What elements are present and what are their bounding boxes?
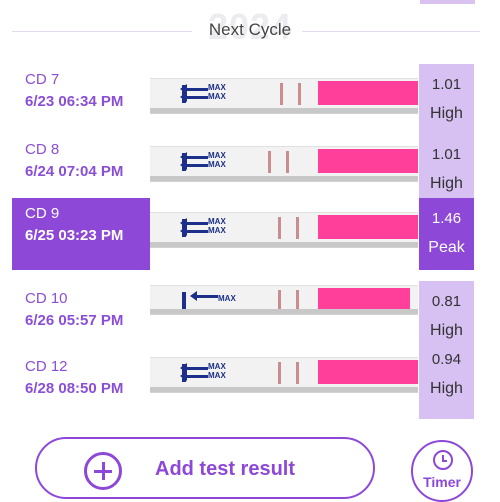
test-row-info[interactable]: CD 7 6/23 06:34 PM [12,64,150,136]
result-value: 1.01 [431,76,462,93]
cycle-header: 2024 Next Cycle [0,0,500,56]
test-row-info[interactable]: CD 10 6/26 05:57 PM [12,283,150,355]
divider-right [302,31,480,32]
divider-left [12,31,192,32]
strip-control-line [298,83,301,105]
cycle-day: CD 8 [25,141,60,158]
timer-button[interactable]: Timer [411,440,473,502]
cycle-day: CD 12 [25,358,68,375]
strip-arrow-icon [180,226,208,236]
test-strip-image: MAX MAX [150,357,418,393]
strip-arrow-icon [180,160,208,170]
test-datetime: 6/25 03:23 PM [25,227,124,244]
result-level: Peak [428,239,465,256]
strip-pink-end [318,81,418,105]
strip-arrow-icon [180,218,208,228]
strip-shadow [150,242,418,247]
strip-shadow [150,108,418,113]
strip-test-line [278,217,281,239]
strip-arrow-icon [180,92,208,102]
cycle-day: CD 7 [25,71,60,88]
test-row-info[interactable]: CD 9 6/25 03:23 PM [12,198,150,270]
cycle-day: CD 9 [25,205,60,222]
test-strip-image: MAX MAX [150,78,418,114]
cycle-day: CD 10 [25,290,68,307]
result-value: 0.94 [431,351,462,368]
result-cell[interactable]: 0.94 High [419,339,474,419]
result-value: 0.81 [431,293,462,310]
result-level: High [430,105,463,122]
result-level: High [430,175,463,192]
test-strip-image: MAX MAX [150,212,418,248]
test-row[interactable]: CD 7 6/23 06:34 PM MAX MAX 1.01 High [0,64,500,136]
strip-shadow [150,309,418,314]
result-level: High [430,380,463,397]
test-datetime: 6/23 06:34 PM [25,93,124,110]
result-value: 1.01 [431,146,462,163]
strip-control-line [296,362,299,384]
strip-arrow-icon [190,291,218,301]
strip-arrow-icon [180,84,208,94]
test-strip-image: MAX MAX [150,146,418,182]
strip-arrow-icon [180,363,208,373]
result-value: 1.46 [431,210,462,227]
strip-max-label: MAX [208,217,226,226]
test-row[interactable]: CD 8 6/24 07:04 PM MAX MAX 1.01 High [0,134,500,206]
strip-test-line [268,151,271,173]
strip-test-line [280,83,283,105]
strip-max-label: MAX [218,294,236,303]
strip-marker [182,292,186,310]
strip-arrow-icon [180,371,208,381]
test-strip-image: MAX [150,285,418,315]
strip-max-label: MAX [208,92,226,101]
strip-pink-end [318,149,418,173]
strip-max-label: MAX [208,371,226,380]
strip-control-line [286,151,289,173]
strip-shadow [150,387,418,392]
test-row-info[interactable]: CD 8 6/24 07:04 PM [12,134,150,206]
strip-max-label: MAX [208,83,226,92]
plus-circle-icon [84,452,122,490]
test-row-selected[interactable]: CD 9 6/25 03:23 PM MAX MAX 1.46 Peak [0,198,500,270]
result-cell[interactable]: 1.01 High [419,134,474,206]
test-datetime: 6/24 07:04 PM [25,163,124,180]
test-row[interactable]: CD 12 6/28 08:50 PM MAX MAX 0.94 High [0,339,500,423]
result-cell[interactable]: 1.46 Peak [419,198,474,270]
clock-icon [433,450,453,470]
add-test-result-label: Add test result [155,458,296,480]
strip-arrow-icon [180,152,208,162]
strip-pink-end [318,360,418,384]
strip-max-label: MAX [208,160,226,169]
strip-pink-end [318,215,418,239]
result-cell[interactable]: 1.01 High [419,64,474,136]
strip-test-line [278,362,281,384]
strip-control-line [296,217,299,239]
test-row-info[interactable]: CD 12 6/28 08:50 PM [12,351,150,423]
test-datetime: 6/26 05:57 PM [25,312,124,329]
strip-shadow [150,176,418,181]
strip-max-label: MAX [208,151,226,160]
test-datetime: 6/28 08:50 PM [25,380,124,397]
result-level: High [430,322,463,339]
add-test-result-button[interactable]: Add test result [35,437,375,499]
timer-label: Timer [423,474,461,490]
next-cycle-title: Next Cycle [208,20,292,39]
strip-max-label: MAX [208,362,226,371]
strip-max-label: MAX [208,226,226,235]
